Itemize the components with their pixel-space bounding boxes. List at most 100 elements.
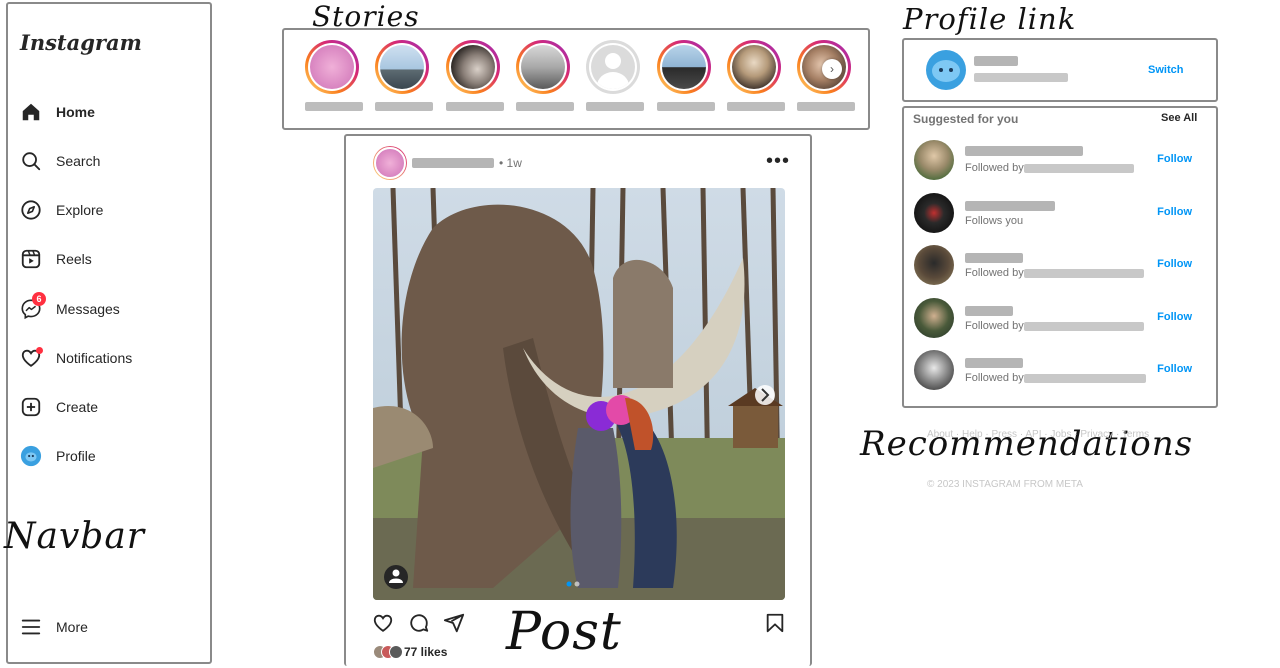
suggestion-avatar[interactable] (914, 245, 954, 285)
plus-square-icon (21, 397, 41, 417)
post-time: • 1w (499, 156, 522, 170)
notification-dot (36, 347, 43, 354)
suggestions-title: Suggested for you (913, 112, 1019, 126)
suggestion-username-redacted[interactable] (965, 253, 1023, 263)
suggestion-username-redacted[interactable] (965, 306, 1013, 316)
story-username-redacted (446, 102, 504, 111)
nav-home[interactable]: Home (20, 100, 95, 124)
suggestion-avatar[interactable] (914, 298, 954, 338)
comment-icon[interactable] (408, 612, 430, 634)
search-icon (22, 152, 41, 171)
messages-badge: 6 (32, 292, 46, 306)
current-user-avatar[interactable] (926, 50, 966, 90)
nav-notifications[interactable]: Notifications (20, 346, 132, 370)
nav-search[interactable]: Search (20, 149, 100, 173)
nav-reels-label: Reels (56, 251, 92, 267)
story-username-redacted (727, 102, 785, 111)
suggestion-username-redacted[interactable] (965, 201, 1055, 211)
likes-count[interactable]: 77 likes (404, 645, 447, 659)
story-item[interactable] (586, 40, 644, 111)
suggestion-subtitle: Followed by (965, 267, 1024, 279)
switch-account-link[interactable]: Switch (1148, 64, 1183, 76)
story-username-redacted (657, 102, 715, 111)
story-username-redacted (586, 102, 644, 111)
nav-create[interactable]: Create (20, 395, 98, 419)
instagram-logo[interactable]: Instagram (20, 30, 142, 55)
follow-button[interactable]: Follow (1157, 153, 1192, 165)
nav-messages[interactable]: 6 Messages (20, 292, 120, 321)
suggestion-avatar[interactable] (914, 193, 954, 233)
post-author-avatar[interactable] (373, 146, 407, 180)
suggestion-subtitle: Followed by (965, 320, 1024, 332)
story-item[interactable] (727, 40, 785, 111)
bookmark-icon[interactable] (764, 612, 786, 634)
follow-button[interactable]: Follow (1157, 258, 1192, 270)
like-heart-icon[interactable] (372, 612, 394, 634)
nav-profile[interactable]: Profile (20, 444, 96, 468)
suggestion-subtitle: Followed by (965, 162, 1024, 174)
annotation-stories: Stories (312, 0, 420, 33)
nav-search-label: Search (56, 153, 101, 169)
suggestion-item[interactable]: Followed by Follow (914, 298, 1196, 338)
nav-profile-label: Profile (56, 448, 96, 464)
story-item[interactable] (375, 40, 433, 111)
annotation-post: Post (506, 602, 622, 662)
suggestion-item[interactable]: Followed by Follow (914, 140, 1196, 180)
post-author-username-redacted[interactable] (412, 158, 494, 168)
story-item[interactable] (446, 40, 504, 111)
nav-explore-label: Explore (56, 202, 104, 218)
suggestion-username-redacted[interactable] (965, 146, 1083, 156)
story-username-redacted (305, 102, 363, 111)
suggestion-item[interactable]: Follows you Follow (914, 193, 1196, 233)
compass-icon (21, 200, 41, 220)
footer-links[interactable]: About · Help · Press · API · Jobs · Priv… (927, 429, 1149, 440)
stories-next-button[interactable]: › (822, 59, 842, 79)
suggestion-avatar[interactable] (914, 140, 954, 180)
avatar-icon (20, 445, 42, 467)
story-item[interactable] (657, 40, 715, 111)
story-username-redacted (516, 102, 574, 111)
story-avatar (451, 45, 495, 89)
suggestion-username-redacted[interactable] (965, 358, 1023, 368)
nav-explore[interactable]: Explore (20, 198, 103, 222)
suggestion-subtitle: Followed by (965, 372, 1024, 384)
suggestion-followers-redacted (1024, 269, 1144, 278)
story-avatar (521, 45, 565, 89)
default-avatar-icon (591, 45, 635, 89)
mammoth-photo (373, 188, 785, 600)
nav-create-label: Create (56, 399, 99, 415)
current-user-fullname-redacted (974, 73, 1068, 82)
story-item[interactable] (516, 40, 574, 111)
post-photo[interactable] (373, 188, 785, 600)
nav-notifications-label: Notifications (56, 350, 133, 366)
nav-more-label: More (56, 619, 88, 635)
suggestion-avatar[interactable] (914, 350, 954, 390)
nav-reels[interactable]: Reels (20, 247, 92, 271)
suggestion-item[interactable]: Followed by Follow (914, 245, 1196, 285)
annotation-profile-link: Profile link (903, 2, 1077, 36)
follow-button[interactable]: Follow (1157, 363, 1192, 375)
suggestion-item[interactable]: Followed by Follow (914, 350, 1196, 390)
reels-icon (21, 249, 41, 269)
story-item[interactable] (305, 40, 363, 111)
footer-copyright: © 2023 INSTAGRAM FROM META (927, 479, 1083, 490)
suggestion-followers-redacted (1024, 322, 1144, 331)
home-icon (22, 103, 40, 121)
follow-button[interactable]: Follow (1157, 206, 1192, 218)
follow-button[interactable]: Follow (1157, 311, 1192, 323)
share-send-icon[interactable] (443, 612, 465, 634)
current-user-username-redacted[interactable] (974, 56, 1018, 66)
story-avatar (732, 45, 776, 89)
story-username-redacted (797, 102, 855, 111)
story-avatar (310, 45, 354, 89)
annotation-navbar: Navbar (4, 516, 146, 557)
chevron-right-icon: › (830, 62, 834, 76)
suggestion-followers-redacted (1024, 164, 1134, 173)
nav-more[interactable]: More (20, 615, 88, 639)
post-more-options-icon[interactable]: ••• (766, 150, 790, 173)
nav-home-label: Home (56, 104, 95, 120)
see-all-link[interactable]: See All (1161, 112, 1197, 124)
story-avatar (662, 45, 706, 89)
liked-by-avatars[interactable] (373, 645, 403, 659)
suggestion-subtitle: Follows you (965, 215, 1024, 227)
